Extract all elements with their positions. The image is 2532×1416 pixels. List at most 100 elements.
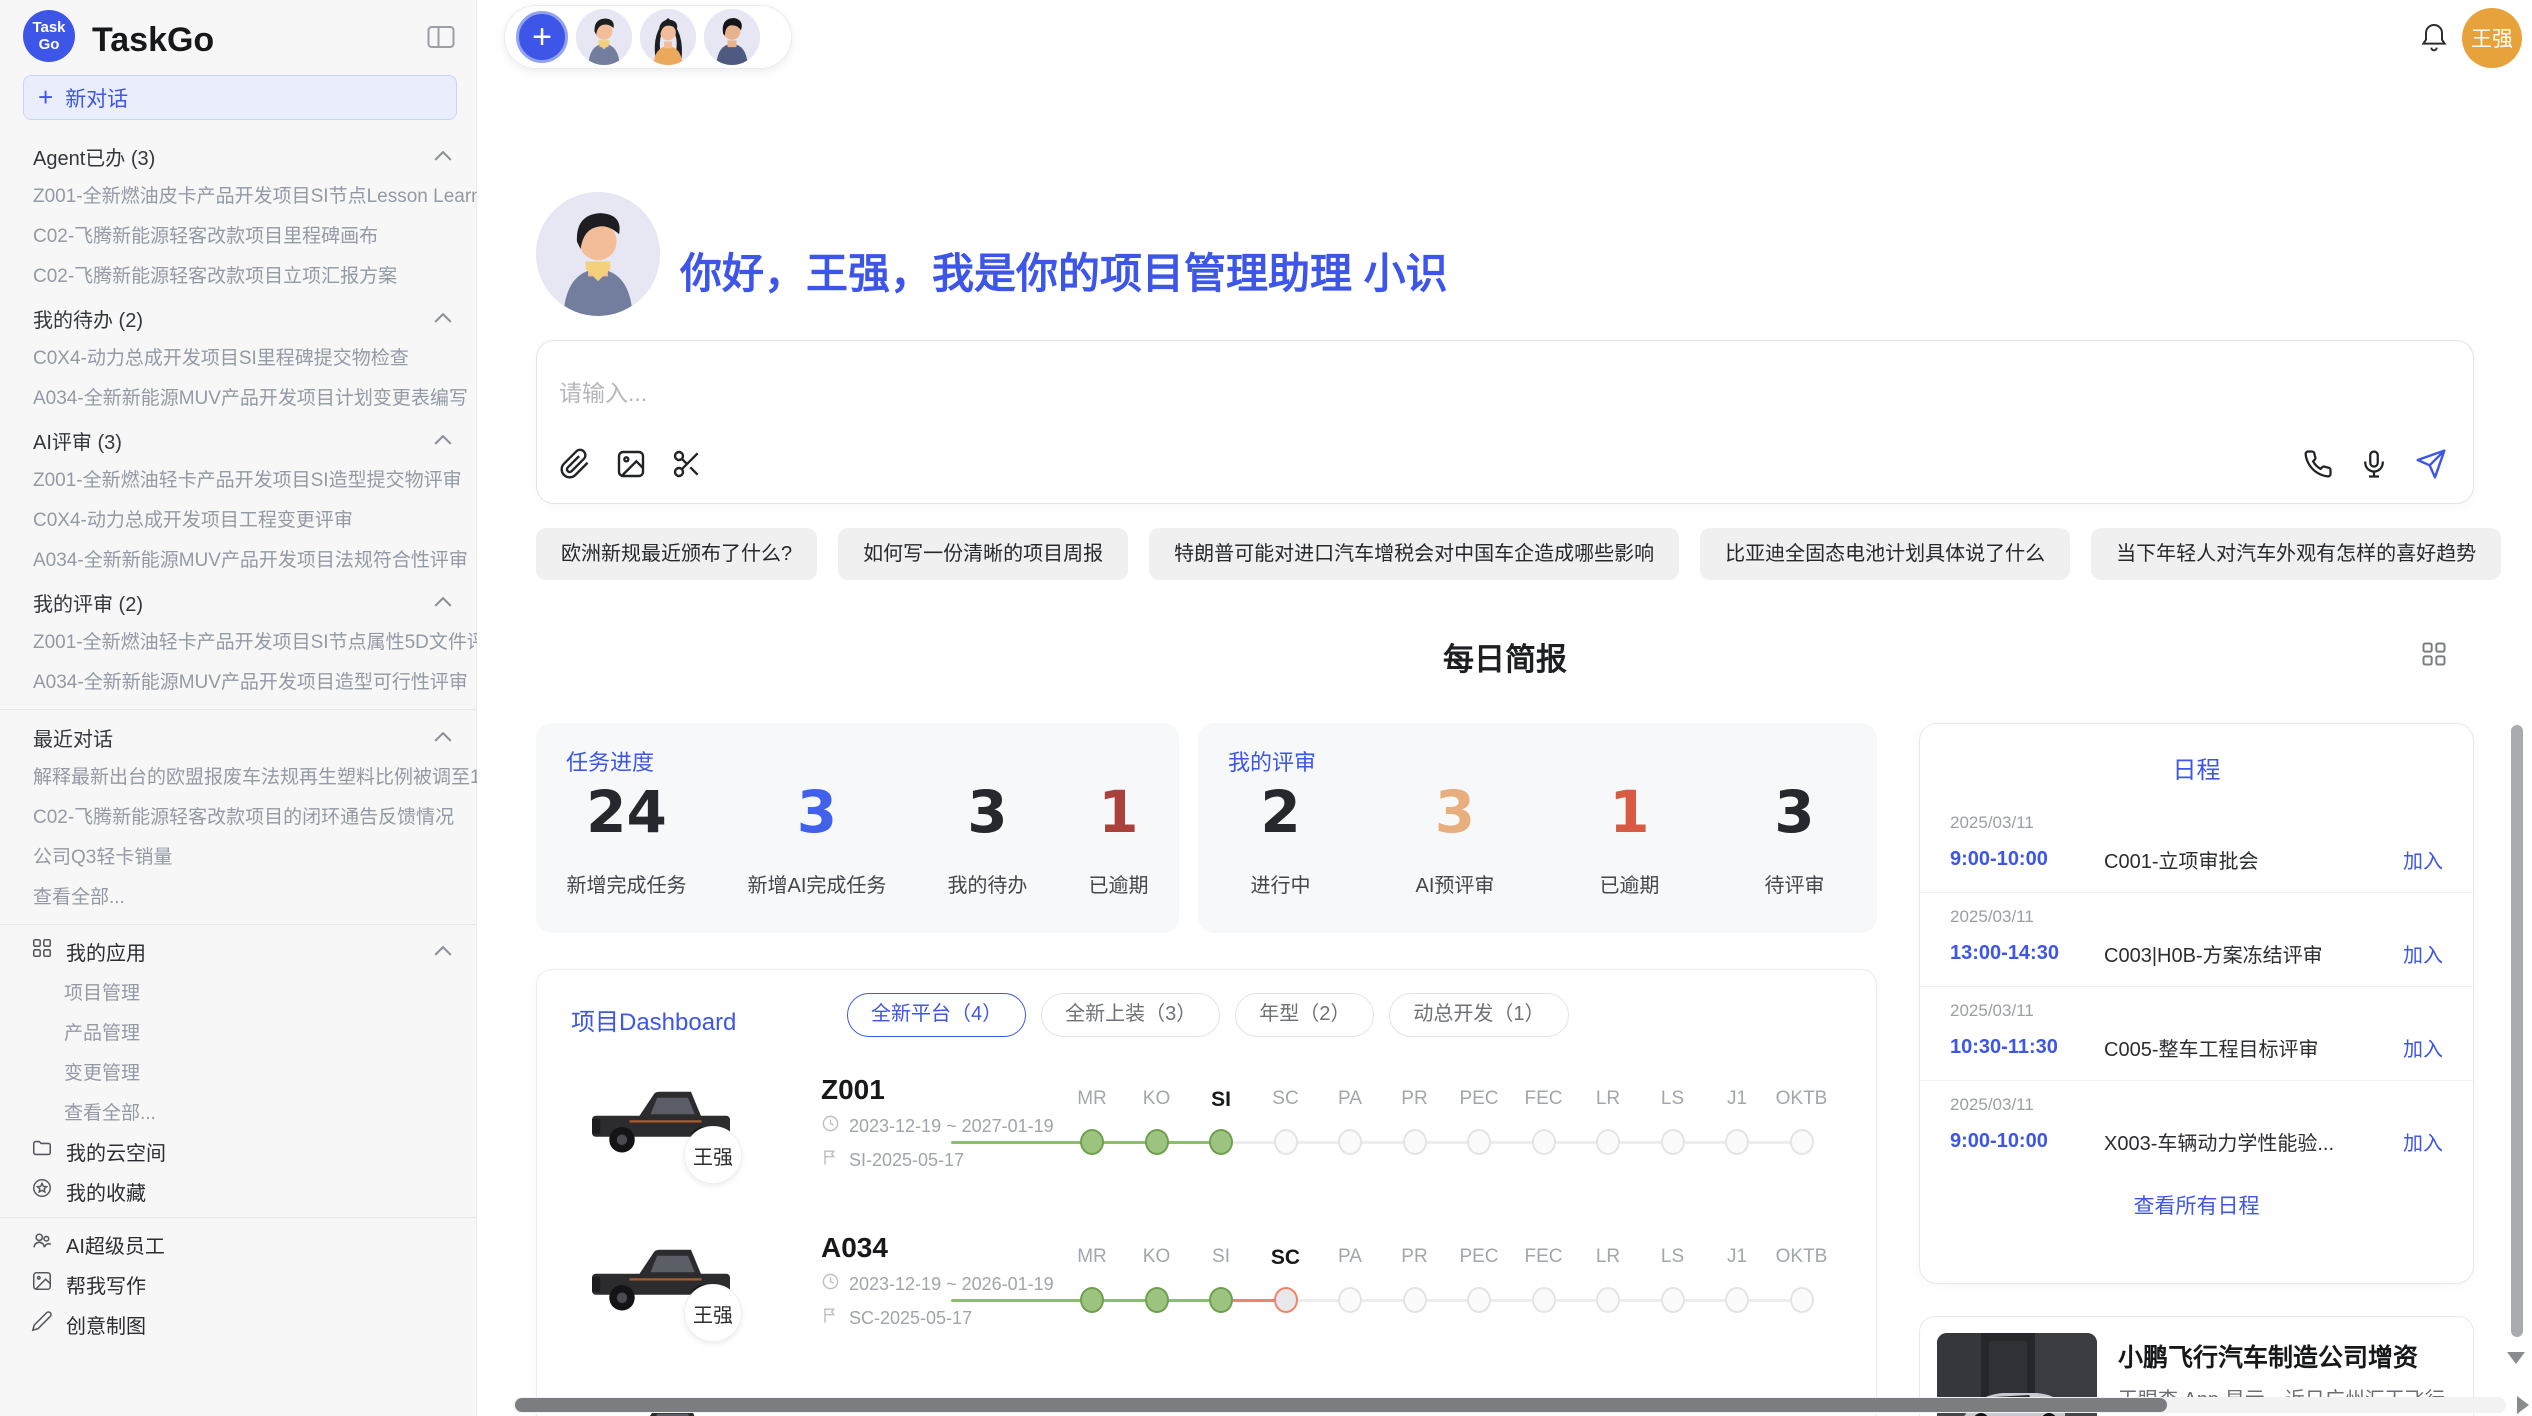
- stat-value: 2: [1260, 781, 1300, 845]
- join-link[interactable]: 加入: [2403, 1127, 2443, 1156]
- sidebar-task-item[interactable]: Z001-全新燃油轻卡产品开发项目SI节点属性5D文件评审: [0, 623, 477, 663]
- apps-view-all[interactable]: 查看全部...: [0, 1091, 477, 1131]
- vertical-scrollbar-thumb[interactable]: [2511, 725, 2523, 1337]
- project-flag-date: SI-2025-05-17: [849, 1150, 964, 1171]
- divider: [0, 924, 477, 925]
- member-avatar[interactable]: [576, 9, 632, 65]
- app-sub-item[interactable]: 产品管理: [0, 1011, 477, 1051]
- card-title: 任务进度: [566, 745, 654, 777]
- horizontal-scrollbar-thumb[interactable]: [515, 1398, 2167, 1412]
- main-area: + 王强 你好，王强，我是你的项目管理助理 小识: [477, 0, 2532, 1416]
- send-icon[interactable]: [2415, 448, 2447, 485]
- schedule-time: 10:30-11:30: [1950, 1036, 2078, 1059]
- join-link[interactable]: 加入: [2403, 1033, 2443, 1062]
- join-link[interactable]: 加入: [2403, 845, 2443, 874]
- sidebar-tool-item[interactable]: AI超级员工: [0, 1224, 477, 1264]
- sidebar-section-header[interactable]: AI评审 (3): [0, 419, 477, 461]
- stat: 1 已逾期: [1599, 781, 1659, 898]
- chevron-up-icon: [434, 313, 452, 323]
- user-avatar[interactable]: 王强: [2462, 8, 2522, 68]
- recent-chat-item[interactable]: 公司Q3轻卡销量: [0, 838, 477, 878]
- scroll-right-arrow-icon[interactable]: [2517, 1396, 2529, 1414]
- sidebar-section-header[interactable]: 我的待办 (2): [0, 297, 477, 339]
- scissors-icon[interactable]: [671, 448, 703, 485]
- sidebar-task-item[interactable]: Z001-全新燃油皮卡产品开发项目SI节点Lesson Learn报告: [0, 177, 477, 217]
- add-member-button[interactable]: +: [516, 11, 568, 63]
- suggestion-chip[interactable]: 如何写一份清晰的项目周报: [838, 528, 1128, 580]
- horizontal-scrollbar-track[interactable]: [513, 1397, 2506, 1413]
- stat-row: 24 新增完成任务 3 新增AI完成任务 3 我的待办 1 已逾期: [536, 781, 1179, 898]
- sidebar-task-item[interactable]: C0X4-动力总成开发项目工程变更评审: [0, 501, 477, 541]
- phone-icon[interactable]: [2303, 449, 2333, 484]
- sidebar-task-item[interactable]: C02-飞腾新能源轻客改款项目立项汇报方案: [0, 257, 477, 297]
- dashboard-tab[interactable]: 全新平台（4）: [847, 993, 1026, 1037]
- microphone-icon[interactable]: [2359, 449, 2389, 484]
- scroll-down-arrow-icon[interactable]: [2507, 1352, 2525, 1364]
- milestone-dot: [1338, 1129, 1362, 1155]
- suggestion-chip[interactable]: 欧洲新规最近颁布了什么?: [536, 528, 817, 580]
- dashboard-tab[interactable]: 动总开发（1）: [1389, 993, 1568, 1037]
- app-sub-item[interactable]: 项目管理: [0, 971, 477, 1011]
- milestone-dot: [1596, 1129, 1620, 1155]
- schedule-item: 2025/03/11 13:00-14:30 C003|H0B-方案冻结评审 加…: [1920, 893, 2473, 987]
- sidebar-tool-item[interactable]: 创意制图: [0, 1304, 477, 1344]
- sidebar-link-favorites[interactable]: 我的收藏: [0, 1171, 477, 1211]
- sidebar-collapse-icon[interactable]: [426, 22, 456, 52]
- project-date-range: 2023-12-19 ~ 2027-01-19: [849, 1116, 1054, 1137]
- schedule-event-title: C003|H0B-方案冻结评审: [2078, 939, 2389, 968]
- sidebar-task-item[interactable]: C02-飞腾新能源轻客改款项目里程碑画布: [0, 217, 477, 257]
- milestone-dot: [1209, 1129, 1233, 1155]
- view-all-schedule-link[interactable]: 查看所有日程: [1920, 1190, 2473, 1220]
- flag-icon: [821, 1148, 840, 1172]
- sidebar-task-item[interactable]: A034-全新新能源MUV产品开发项目造型可行性评审: [0, 663, 477, 703]
- tool-label: AI超级员工: [66, 1230, 165, 1259]
- assistant-avatar: [536, 192, 660, 316]
- stat: 2 进行中: [1251, 781, 1311, 898]
- stat: 1 已逾期: [1088, 781, 1148, 898]
- sidebar-task-item[interactable]: A034-全新新能源MUV产品开发项目计划变更表编写: [0, 379, 477, 419]
- briefing-grid-icon[interactable]: [2420, 640, 2448, 668]
- milestone-dot: [1274, 1129, 1298, 1155]
- recent-chat-item[interactable]: C02-飞腾新能源轻客改款项目的闭环通告反馈情况: [0, 798, 477, 838]
- stat-value: 3: [967, 781, 1007, 845]
- milestone-dot: [1661, 1287, 1685, 1313]
- stat-value: 3: [797, 781, 837, 845]
- member-avatar[interactable]: [640, 9, 696, 65]
- milestone-dot: [1209, 1287, 1233, 1313]
- schedule-item: 2025/03/11 9:00-10:00 C001-立项审批会 加入: [1920, 799, 2473, 893]
- sidebar-link-cloud-space[interactable]: 我的云空间: [0, 1131, 477, 1171]
- section-title: 我的应用: [66, 937, 146, 966]
- sidebar-task-item[interactable]: C0X4-动力总成开发项目SI里程碑提交物检查: [0, 339, 477, 379]
- stat-label: AI预评审: [1416, 869, 1495, 898]
- dashboard-tab[interactable]: 年型（2）: [1235, 993, 1374, 1037]
- notification-bell-icon[interactable]: [2418, 20, 2450, 54]
- image-upload-icon[interactable]: [615, 448, 647, 485]
- suggestion-chip[interactable]: 当下年轻人对汽车外观有怎样的喜好趋势: [2091, 528, 2501, 580]
- sidebar-tool-item[interactable]: 帮我写作: [0, 1264, 477, 1304]
- dashboard-tab[interactable]: 全新上装（3）: [1041, 993, 1220, 1037]
- sidebar-section-header[interactable]: 最近对话: [0, 716, 477, 758]
- recent-view-all[interactable]: 查看全部...: [0, 878, 477, 918]
- sidebar-task-item[interactable]: Z001-全新燃油轻卡产品开发项目SI造型提交物评审: [0, 461, 477, 501]
- new-chat-button[interactable]: + 新对话: [23, 75, 457, 120]
- new-chat-label: 新对话: [65, 83, 128, 113]
- link-label: 我的收藏: [66, 1177, 146, 1206]
- chat-input[interactable]: [559, 371, 2259, 415]
- my-apps-header[interactable]: 我的应用: [0, 931, 477, 971]
- star-badge-icon: [31, 1177, 53, 1205]
- member-avatar[interactable]: [704, 9, 760, 65]
- project-owner-badge: 王强: [684, 1126, 742, 1184]
- recent-chat-item[interactable]: 解释最新出台的欧盟报废车法规再生塑料比例被调至15%...: [0, 758, 477, 798]
- stat-value: 3: [1435, 781, 1475, 845]
- app-title: TaskGo: [92, 21, 214, 60]
- attachment-icon[interactable]: [559, 448, 591, 485]
- milestone-dot: [1661, 1129, 1685, 1155]
- join-link[interactable]: 加入: [2403, 939, 2443, 968]
- suggestion-chip[interactable]: 比亚迪全固态电池计划具体说了什么: [1700, 528, 2070, 580]
- sidebar-section-header[interactable]: 我的评审 (2): [0, 581, 477, 623]
- suggestion-chip[interactable]: 特朗普可能对进口汽车增税会对中国车企造成哪些影响: [1149, 528, 1679, 580]
- app-sub-item[interactable]: 变更管理: [0, 1051, 477, 1091]
- sidebar-section-header[interactable]: Agent已办 (3): [0, 135, 477, 177]
- milestone-dot: [1467, 1129, 1491, 1155]
- sidebar-task-item[interactable]: A034-全新新能源MUV产品开发项目法规符合性评审: [0, 541, 477, 581]
